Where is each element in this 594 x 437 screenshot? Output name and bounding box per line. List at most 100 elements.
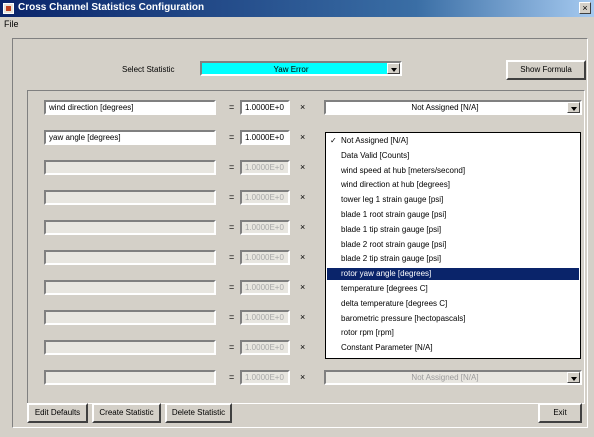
dropdown-option[interactable]: delta temperature [degrees C] xyxy=(327,298,579,310)
equals-sign: = xyxy=(229,132,235,142)
variable-field[interactable] xyxy=(44,340,216,355)
coefficient-field[interactable]: 1.0000E+0 xyxy=(240,370,290,385)
dropdown-option[interactable]: Data Valid [Counts] xyxy=(327,150,579,162)
dropdown-option-label: tower leg 1 strain gauge [psi] xyxy=(341,195,444,205)
coefficient-value: 1.0000E+0 xyxy=(245,133,284,142)
coefficient-value: 1.0000E+0 xyxy=(245,163,284,172)
check-icon: ✓ xyxy=(330,136,337,145)
assigned-channel-value: Not Assigned [N/A] xyxy=(411,373,479,382)
coefficient-field[interactable]: 1.0000E+0 xyxy=(240,310,290,325)
create-statistic-button[interactable]: Create Statistic xyxy=(92,403,161,423)
dropdown-option[interactable]: rotor rpm [rpm] xyxy=(327,327,579,339)
app-icon xyxy=(3,3,14,14)
assigned-channel-select[interactable]: Not Assigned [N/A] xyxy=(324,100,582,115)
select-statistic-dropdown[interactable]: Yaw Error xyxy=(200,61,402,76)
title-bar[interactable]: Cross Channel Statistics Configuration × xyxy=(0,0,594,17)
multiply-sign: × xyxy=(300,102,306,112)
variable-field[interactable]: yaw angle [degrees] xyxy=(44,130,216,145)
variable-field[interactable] xyxy=(44,370,216,385)
window-title: Cross Channel Statistics Configuration xyxy=(18,2,205,13)
equals-sign: = xyxy=(229,372,235,382)
channel-dropdown-list[interactable]: ✓ Not Assigned [N/A] Data Valid [Counts] wi… xyxy=(325,132,581,359)
dropdown-option[interactable]: rotor yaw angle [degrees] xyxy=(327,268,579,281)
variable-field[interactable] xyxy=(44,250,216,265)
dropdown-option[interactable]: blade 2 tip strain gauge [psi] xyxy=(327,253,579,265)
dropdown-option[interactable]: temperature [degrees C] xyxy=(327,283,579,295)
close-button[interactable]: × xyxy=(579,2,591,14)
dropdown-option-label: blade 2 tip strain gauge [psi] xyxy=(341,254,442,264)
multiply-sign: × xyxy=(300,192,306,202)
dropdown-option-label: wind speed at hub [meters/second] xyxy=(341,165,466,175)
multiply-sign: × xyxy=(300,252,306,262)
equals-sign: = xyxy=(229,282,235,292)
select-statistic-value: Yaw Error xyxy=(273,65,309,74)
menu-bar: File xyxy=(0,17,594,31)
multiply-sign: × xyxy=(300,342,306,352)
coefficient-value: 1.0000E+0 xyxy=(245,283,284,292)
multiply-sign: × xyxy=(300,282,306,292)
coefficient-field[interactable]: 1.0000E+0 xyxy=(240,220,290,235)
variable-value: wind direction [degrees] xyxy=(49,103,134,112)
coefficient-field[interactable]: 1.0000E+0 xyxy=(240,160,290,175)
dropdown-option[interactable]: Constant Parameter [N/A] xyxy=(327,342,579,354)
formula-row: wind direction [degrees] = 1.0000E+0 × Not A… xyxy=(0,100,594,116)
equals-sign: = xyxy=(229,252,235,262)
assigned-channel-select[interactable]: Not Assigned [N/A] xyxy=(324,370,582,385)
coefficient-field[interactable]: 1.0000E+0 xyxy=(240,340,290,355)
dropdown-option[interactable]: blade 1 tip strain gauge [psi] xyxy=(327,224,579,236)
exit-button[interactable]: Exit xyxy=(538,403,582,423)
coefficient-value: 1.0000E+0 xyxy=(245,253,284,262)
coefficient-value: 1.0000E+0 xyxy=(245,313,284,322)
dropdown-option-label: rotor yaw angle [degrees] xyxy=(341,269,432,279)
dropdown-option[interactable]: ✓ Not Assigned [N/A] xyxy=(327,135,579,147)
equals-sign: = xyxy=(229,312,235,322)
multiply-sign: × xyxy=(300,132,306,142)
coefficient-value: 1.0000E+0 xyxy=(245,103,284,112)
multiply-sign: × xyxy=(300,162,306,172)
dropdown-option[interactable]: tower leg 1 strain gauge [psi] xyxy=(327,194,579,206)
show-formula-button[interactable]: Show Formula xyxy=(506,60,586,80)
variable-field[interactable] xyxy=(44,280,216,295)
coefficient-field[interactable]: 1.0000E+0 xyxy=(240,190,290,205)
coefficient-field[interactable]: 1.0000E+0 xyxy=(240,280,290,295)
dropdown-option-label: temperature [degrees C] xyxy=(341,284,428,293)
dropdown-option-label: rotor rpm [rpm] xyxy=(341,328,394,338)
delete-statistic-button[interactable]: Delete Statistic xyxy=(165,403,232,423)
variable-field[interactable] xyxy=(44,190,216,205)
dropdown-option-label: barometric pressure [hectopascals] xyxy=(341,313,466,323)
variable-field[interactable]: wind direction [degrees] xyxy=(44,100,216,115)
edit-defaults-button[interactable]: Edit Defaults xyxy=(27,403,88,423)
chevron-down-icon[interactable] xyxy=(567,372,580,383)
equals-sign: = xyxy=(229,222,235,232)
dropdown-option[interactable]: wind direction at hub [degrees] xyxy=(327,179,579,191)
variable-field[interactable] xyxy=(44,310,216,325)
coefficient-value: 1.0000E+0 xyxy=(245,343,284,352)
equals-sign: = xyxy=(229,192,235,202)
equals-sign: = xyxy=(229,162,235,172)
assigned-channel-value: Not Assigned [N/A] xyxy=(411,103,479,112)
variable-field[interactable] xyxy=(44,220,216,235)
dropdown-option-label: delta temperature [degrees C] xyxy=(341,298,448,308)
coefficient-value: 1.0000E+0 xyxy=(245,223,284,232)
dropdown-option-label: wind direction at hub [degrees] xyxy=(341,180,450,190)
multiply-sign: × xyxy=(300,372,306,382)
dropdown-option[interactable]: blade 2 root strain gauge [psi] xyxy=(327,239,579,251)
coefficient-field[interactable]: 1.0000E+0 xyxy=(240,250,290,265)
menu-file[interactable]: File xyxy=(4,19,19,29)
variable-value: yaw angle [degrees] xyxy=(49,133,121,142)
dropdown-option-label: blade 2 root strain gauge [psi] xyxy=(341,239,447,249)
dropdown-option[interactable]: blade 1 root strain gauge [psi] xyxy=(327,209,579,221)
select-statistic-label: Select Statistic xyxy=(122,65,175,74)
chevron-down-icon[interactable] xyxy=(567,102,580,113)
coefficient-field[interactable]: 1.0000E+0 xyxy=(240,100,290,115)
dropdown-option[interactable]: wind speed at hub [meters/second] xyxy=(327,165,579,177)
equals-sign: = xyxy=(229,342,235,352)
dropdown-option-label: blade 1 tip strain gauge [psi] xyxy=(341,224,442,234)
coefficient-field[interactable]: 1.0000E+0 xyxy=(240,130,290,145)
multiply-sign: × xyxy=(300,222,306,232)
dropdown-option[interactable]: barometric pressure [hectopascals] xyxy=(327,313,579,325)
variable-field[interactable] xyxy=(44,160,216,175)
chevron-down-icon[interactable] xyxy=(387,63,400,74)
coefficient-value: 1.0000E+0 xyxy=(245,193,284,202)
dropdown-option-label: Data Valid [Counts] xyxy=(341,150,410,160)
